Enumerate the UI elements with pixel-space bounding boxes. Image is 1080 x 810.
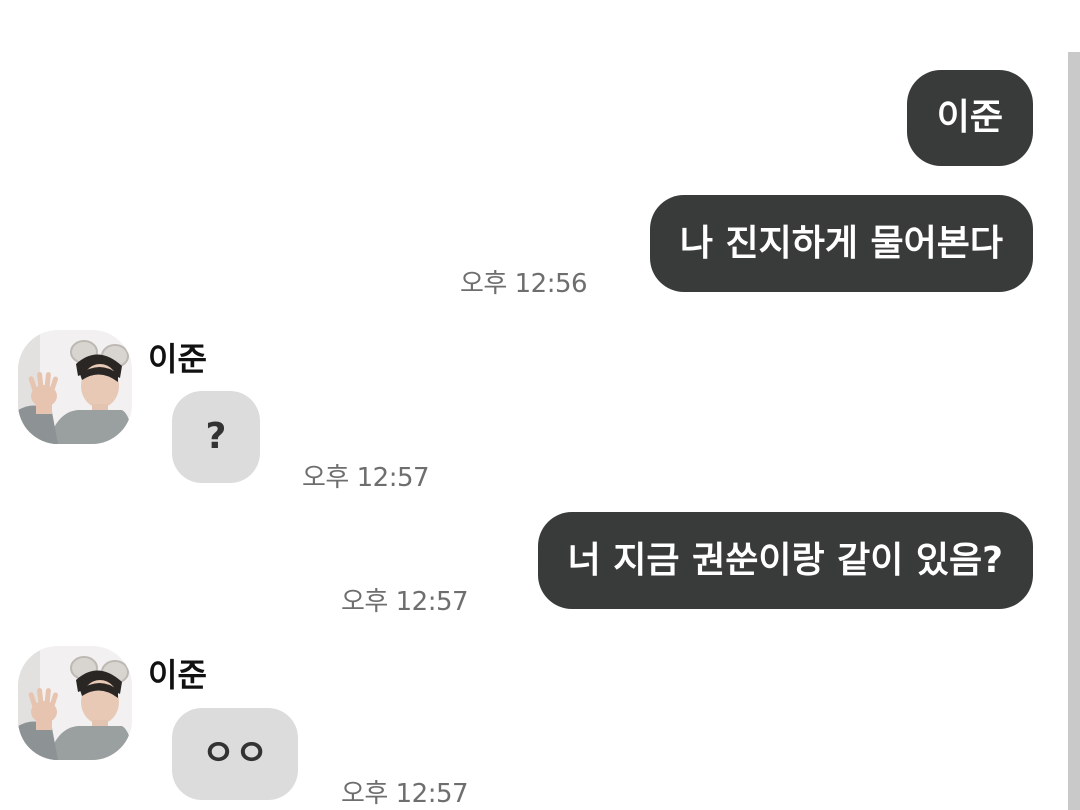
contact-avatar[interactable] <box>18 646 132 760</box>
message-text: ㅇㅇ <box>201 733 269 774</box>
profile-photo-icon <box>18 330 132 444</box>
outgoing-message-bubble[interactable]: 나 진지하게 물어본다 <box>649 195 1033 292</box>
outgoing-message-bubble[interactable]: 너 지금 권쑨이랑 같이 있음? <box>537 512 1033 609</box>
message-text: 이준 <box>936 97 1003 138</box>
sender-name: 이준 <box>148 656 207 694</box>
incoming-message-bubble[interactable]: ㅇㅇ <box>172 708 298 800</box>
message-timestamp: 오후 12:57 <box>341 779 469 809</box>
message-timestamp: 오후 12:57 <box>302 463 430 493</box>
chat-window: 이준 나 진지하게 물어본다 오후 12:56 이준 ? 오후 12:57 너 … <box>0 0 1080 810</box>
incoming-message-bubble[interactable]: ? <box>172 391 260 483</box>
message-timestamp: 오후 12:56 <box>460 269 588 299</box>
sender-name: 이준 <box>148 340 207 378</box>
scrollbar[interactable] <box>1068 52 1080 810</box>
contact-avatar[interactable] <box>18 330 132 444</box>
message-text: ? <box>205 416 227 457</box>
outgoing-message-bubble[interactable]: 이준 <box>906 70 1033 166</box>
message-timestamp: 오후 12:57 <box>341 587 469 617</box>
profile-photo-icon <box>18 646 132 760</box>
message-text: 너 지금 권쑨이랑 같이 있음? <box>567 539 1003 581</box>
message-text: 나 진지하게 물어본다 <box>679 222 1003 264</box>
